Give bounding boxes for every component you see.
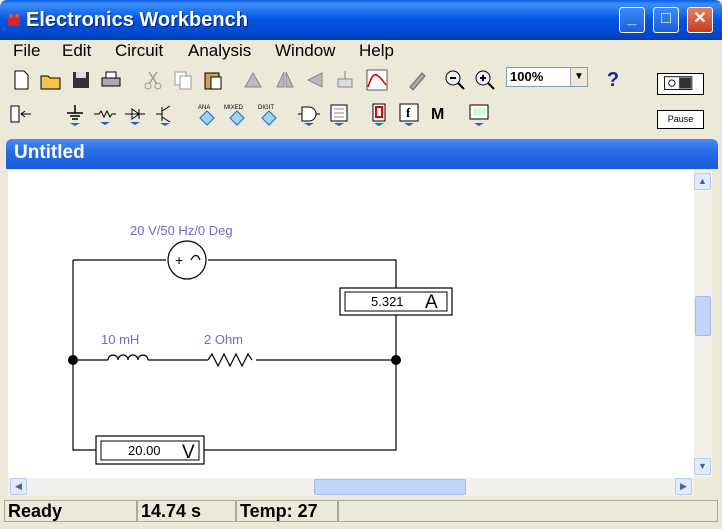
scroll-down-icon[interactable]: ▼ [694, 458, 711, 475]
copy-icon[interactable] [170, 67, 196, 93]
junction-node-left [68, 355, 78, 365]
open-folder-icon[interactable] [38, 67, 64, 93]
document-title-bar: Untitled [6, 139, 718, 169]
voltmeter-value: 20.00 [128, 443, 161, 458]
component-properties-icon[interactable] [404, 67, 430, 93]
subcircuit-icon[interactable] [332, 67, 358, 93]
close-button[interactable]: ✕ [687, 7, 713, 33]
inductor-label: 10 mH [101, 332, 139, 347]
m-label: M [431, 106, 444, 123]
ammeter-unit: A [425, 292, 438, 313]
junction-node-right [391, 355, 401, 365]
graph-icon[interactable] [364, 67, 390, 93]
transistors-bin-icon[interactable] [152, 102, 178, 128]
menu-edit[interactable]: Edit [62, 41, 91, 61]
print-icon[interactable] [98, 67, 124, 93]
help-button[interactable]: ? [600, 67, 626, 93]
pause-button[interactable]: Pause [657, 110, 704, 129]
scroll-left-icon[interactable]: ◀ [10, 478, 27, 495]
inductor [107, 354, 149, 361]
flip-horizontal-icon[interactable] [272, 67, 298, 93]
mixed-label: MIXED [224, 105, 244, 111]
logic-gates-bin-icon[interactable] [296, 102, 322, 128]
ac-source [167, 240, 207, 280]
left-wire [72, 260, 96, 451]
menu-file[interactable]: File [13, 41, 40, 61]
paste-icon[interactable] [200, 67, 226, 93]
minimize-button[interactable]: _ [619, 7, 645, 33]
new-file-icon[interactable] [8, 67, 34, 93]
circuit-diagram: + 20 V/50 Hz/0 Deg 10 mH 2 Ohm 5.321 A 2… [68, 223, 453, 465]
instruments-bin-icon[interactable] [466, 102, 492, 128]
source-label: 20 V/50 Hz/0 Deg [130, 223, 233, 238]
ana-label: ANA [198, 105, 210, 111]
cut-icon[interactable] [140, 67, 166, 93]
chevron-down-icon[interactable]: ▼ [570, 68, 587, 86]
main-toolbar: ? [0, 64, 722, 96]
favorites-bin-icon[interactable] [8, 102, 34, 128]
zoom-out-icon[interactable] [442, 67, 468, 93]
status-state: Ready [4, 500, 137, 522]
menu-window[interactable]: Window [275, 41, 335, 61]
f-label: f [406, 105, 411, 120]
menu-analysis[interactable]: Analysis [188, 41, 251, 61]
scroll-right-icon[interactable]: ▶ [675, 478, 692, 495]
power-switch-icon [664, 76, 693, 90]
basic-bin-icon[interactable] [92, 102, 118, 128]
digital-ics-bin[interactable]: DIGIT [256, 102, 282, 128]
ac-plus-icon: + [175, 252, 183, 268]
zoom-value: 100% [510, 69, 544, 84]
status-empty [338, 500, 718, 522]
menu-circuit[interactable]: Circuit [115, 41, 163, 61]
status-bar: Ready 14.74 s Temp: 27 [0, 498, 722, 529]
voltmeter-unit: V [182, 442, 195, 463]
horizontal-scrollbar[interactable]: ◀ ▶ [8, 478, 694, 496]
analog-ics-bin[interactable]: ANA [194, 102, 220, 128]
power-switch[interactable] [657, 73, 704, 95]
digital-bin-icon[interactable] [326, 102, 352, 128]
digit-label: DIGIT [258, 105, 274, 111]
status-time: 14.74 s [137, 500, 236, 522]
mixed-ics-bin[interactable]: MIXED [224, 102, 250, 128]
flip-vertical-icon[interactable] [302, 67, 328, 93]
document-title: Untitled [14, 142, 85, 163]
miscellaneous-bin[interactable]: M [426, 102, 452, 128]
ac-sine-icon [190, 254, 201, 261]
resistor [207, 352, 253, 368]
window-title: Electronics Workbench [26, 9, 248, 31]
rotate-icon[interactable] [240, 67, 266, 93]
diodes-bin-icon[interactable] [122, 102, 148, 128]
horizontal-scroll-thumb[interactable] [314, 479, 466, 495]
title-bar: Electronics Workbench _ □ ✕ [0, 0, 722, 40]
sources-bin-icon[interactable] [62, 102, 88, 128]
circuit-canvas[interactable]: + 20 V/50 Hz/0 Deg 10 mH 2 Ohm 5.321 A 2… [8, 170, 694, 478]
vertical-scroll-thumb[interactable] [695, 296, 711, 336]
controls-bin[interactable]: f [396, 102, 422, 128]
vertical-scrollbar[interactable]: ▲ ▼ [694, 170, 712, 478]
maximize-button[interactable]: □ [653, 7, 679, 33]
parts-bin-toolbar: ANA MIXED DIGIT f M [0, 99, 722, 131]
zoom-in-icon[interactable] [472, 67, 498, 93]
scroll-up-icon[interactable]: ▲ [694, 173, 711, 190]
menu-help[interactable]: Help [359, 41, 394, 61]
status-temp: Temp: 27 [236, 500, 338, 522]
indicators-bin-icon[interactable] [366, 102, 392, 128]
app-icon [8, 14, 20, 26]
save-icon[interactable] [68, 67, 94, 93]
top-wire [73, 259, 397, 288]
resistor-label: 2 Ohm [204, 332, 243, 347]
menu-bar: File Edit Circuit Analysis Window Help [0, 40, 722, 62]
ammeter-value: 5.321 [371, 294, 404, 309]
zoom-select[interactable]: 100% ▼ [506, 67, 588, 87]
